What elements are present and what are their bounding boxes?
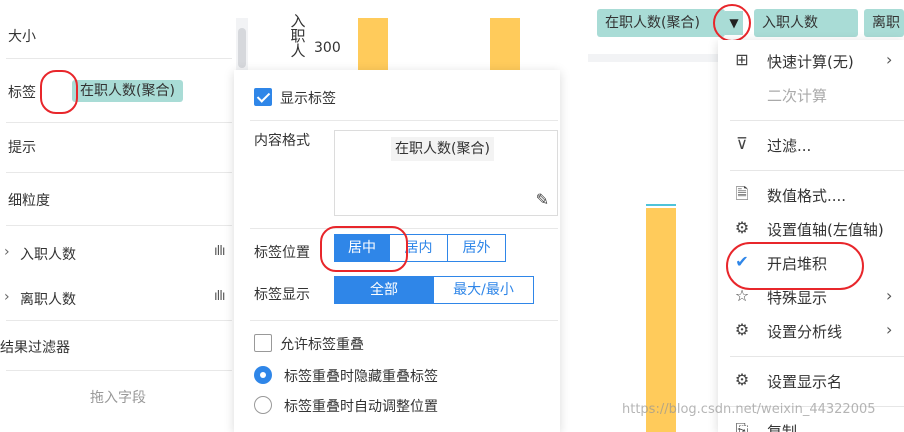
divider: [6, 172, 232, 173]
gear-icon: ⚙: [734, 320, 750, 339]
divider: [6, 122, 232, 123]
field-panel: 大小 标签 在职人数(聚合) 提示 细粒度 › 入职人数 ıllı › 离职人数…: [0, 0, 248, 432]
menu-item-label: 过滤...: [767, 137, 812, 155]
menu-item-label: 数值格式....: [767, 187, 847, 205]
menu-item-label: 设置显示名: [767, 373, 843, 391]
calculator-icon: ⊞: [735, 50, 749, 69]
expand-arrow-icon[interactable]: ›: [4, 244, 10, 260]
show-label-checkbox[interactable]: [254, 88, 272, 106]
menu-divider: [730, 356, 904, 357]
field-hire[interactable]: 入职人数: [20, 244, 76, 264]
overlap-hide-radio[interactable]: [254, 366, 272, 384]
scrollbar-thumb[interactable]: [238, 28, 246, 68]
menu-item-label: 设置分析线: [767, 323, 843, 341]
display-all-option[interactable]: 全部: [334, 276, 434, 304]
display-maxmin-option[interactable]: 最大/最小: [434, 276, 534, 304]
chart-bar[interactable]: [490, 18, 520, 70]
tooltip-row[interactable]: 提示: [8, 137, 36, 157]
divider: [6, 370, 232, 371]
label-display-segment: 全部 最大/最小: [334, 276, 534, 304]
overlap-hide-text: 标签重叠时隐藏重叠标签: [284, 369, 438, 385]
highlight-ring-label: [40, 70, 78, 114]
menu-item-label: 特殊显示: [767, 289, 828, 307]
field-context-menu: ⊞ 快速计算(无) › 二次计算 ⊽ 过滤... 🗎 数值格式.... ⚙ 设置…: [718, 40, 904, 432]
gear-icon: ⚙: [734, 218, 750, 237]
menu-item-analysis-line[interactable]: ⚙ 设置分析线 ›: [718, 314, 904, 348]
edit-pencil-icon[interactable]: ✎: [536, 190, 549, 209]
content-format-box[interactable]: 在职人数(聚合) ✎: [334, 130, 558, 216]
menu-item-special-display[interactable]: ☆ 特殊显示 ›: [718, 280, 904, 314]
content-format-label: 内容格式: [254, 133, 310, 149]
menu-item-number-format[interactable]: 🗎 数值格式....: [718, 178, 904, 212]
menu-item-label: 复制: [767, 423, 798, 432]
allow-overlap-checkbox[interactable]: [254, 334, 272, 352]
y-axis-label: 入职人: [290, 12, 306, 60]
hires-pill[interactable]: 入职人数: [754, 9, 858, 37]
highlight-ring-arrow: [713, 4, 751, 42]
chevron-right-icon: ›: [886, 320, 893, 339]
divider: [250, 228, 558, 229]
divider: [6, 58, 232, 59]
menu-item-set-axis[interactable]: ⚙ 设置值轴(左值轴): [718, 212, 904, 246]
overlap-adjust-text: 标签重叠时自动调整位置: [284, 399, 438, 415]
divider: [6, 225, 232, 226]
position-outside-option[interactable]: 居外: [448, 234, 506, 262]
copy-icon: ⎘: [735, 420, 749, 432]
filter-icon: ⊽: [736, 134, 748, 153]
chart-band: [588, 54, 718, 62]
chevron-right-icon: ›: [886, 50, 893, 69]
app-root: 大小 标签 在职人数(聚合) 提示 细粒度 › 入职人数 ıllı › 离职人数…: [0, 0, 904, 432]
menu-item-secondary-calc: 二次计算: [718, 78, 904, 112]
divider: [250, 120, 558, 121]
leaves-pill[interactable]: 离职: [864, 9, 904, 37]
allow-overlap-text: 允许标签重叠: [280, 337, 364, 353]
menu-item-display-name[interactable]: ⚙ 设置显示名: [718, 364, 904, 398]
bar-top-marker: [646, 204, 676, 206]
y-tick-label: 300: [314, 40, 341, 56]
menu-item-quick-calc[interactable]: ⊞ 快速计算(无) ›: [718, 44, 904, 78]
expand-arrow-icon[interactable]: ›: [4, 289, 10, 305]
format-token[interactable]: 在职人数(聚合): [391, 137, 494, 161]
label-position-label: 标签位置: [254, 245, 310, 261]
highlight-ring-position: [320, 226, 408, 272]
menu-divider: [730, 120, 904, 121]
field-leave[interactable]: 离职人数: [20, 289, 76, 309]
menu-item-label: 二次计算: [767, 87, 828, 105]
size-row[interactable]: 大小: [8, 26, 36, 46]
bar-chart-icon[interactable]: ıllı: [214, 289, 225, 304]
menu-item-label: 快速计算(无): [767, 53, 854, 71]
chevron-right-icon: ›: [886, 286, 893, 305]
gear-icon: ⚙: [734, 370, 750, 389]
granularity-row[interactable]: 细粒度: [8, 190, 50, 210]
watermark: https://blog.csdn.net/weixin_44322005: [622, 402, 876, 417]
chart-bar[interactable]: [646, 208, 676, 432]
star-icon: ☆: [734, 286, 750, 305]
divider: [6, 320, 232, 321]
drop-field-hint[interactable]: 拖入字段: [90, 387, 146, 407]
overlap-adjust-radio[interactable]: [254, 396, 272, 414]
divider: [250, 320, 558, 321]
bar-chart-icon[interactable]: ıllı: [214, 244, 225, 259]
label-display-label: 标签显示: [254, 287, 310, 303]
number-format-icon: 🗎: [735, 184, 749, 203]
menu-divider: [730, 170, 904, 171]
label-field-pill[interactable]: 在职人数(聚合): [72, 80, 183, 102]
chart-bar[interactable]: [358, 18, 388, 70]
menu-item-filter[interactable]: ⊽ 过滤...: [718, 128, 904, 162]
label-row[interactable]: 标签: [8, 82, 36, 102]
show-label-text: 显示标签: [280, 91, 336, 107]
label-settings-popup: 显示标签 内容格式 在职人数(聚合) ✎ 标签位置 居中 居内 居外 标签显示 …: [234, 70, 560, 432]
employees-aggregate-pill[interactable]: 在职人数(聚合): [597, 9, 725, 37]
menu-item-label: 设置值轴(左值轴): [767, 221, 884, 239]
result-filter-row[interactable]: 结果过滤器: [0, 337, 70, 357]
